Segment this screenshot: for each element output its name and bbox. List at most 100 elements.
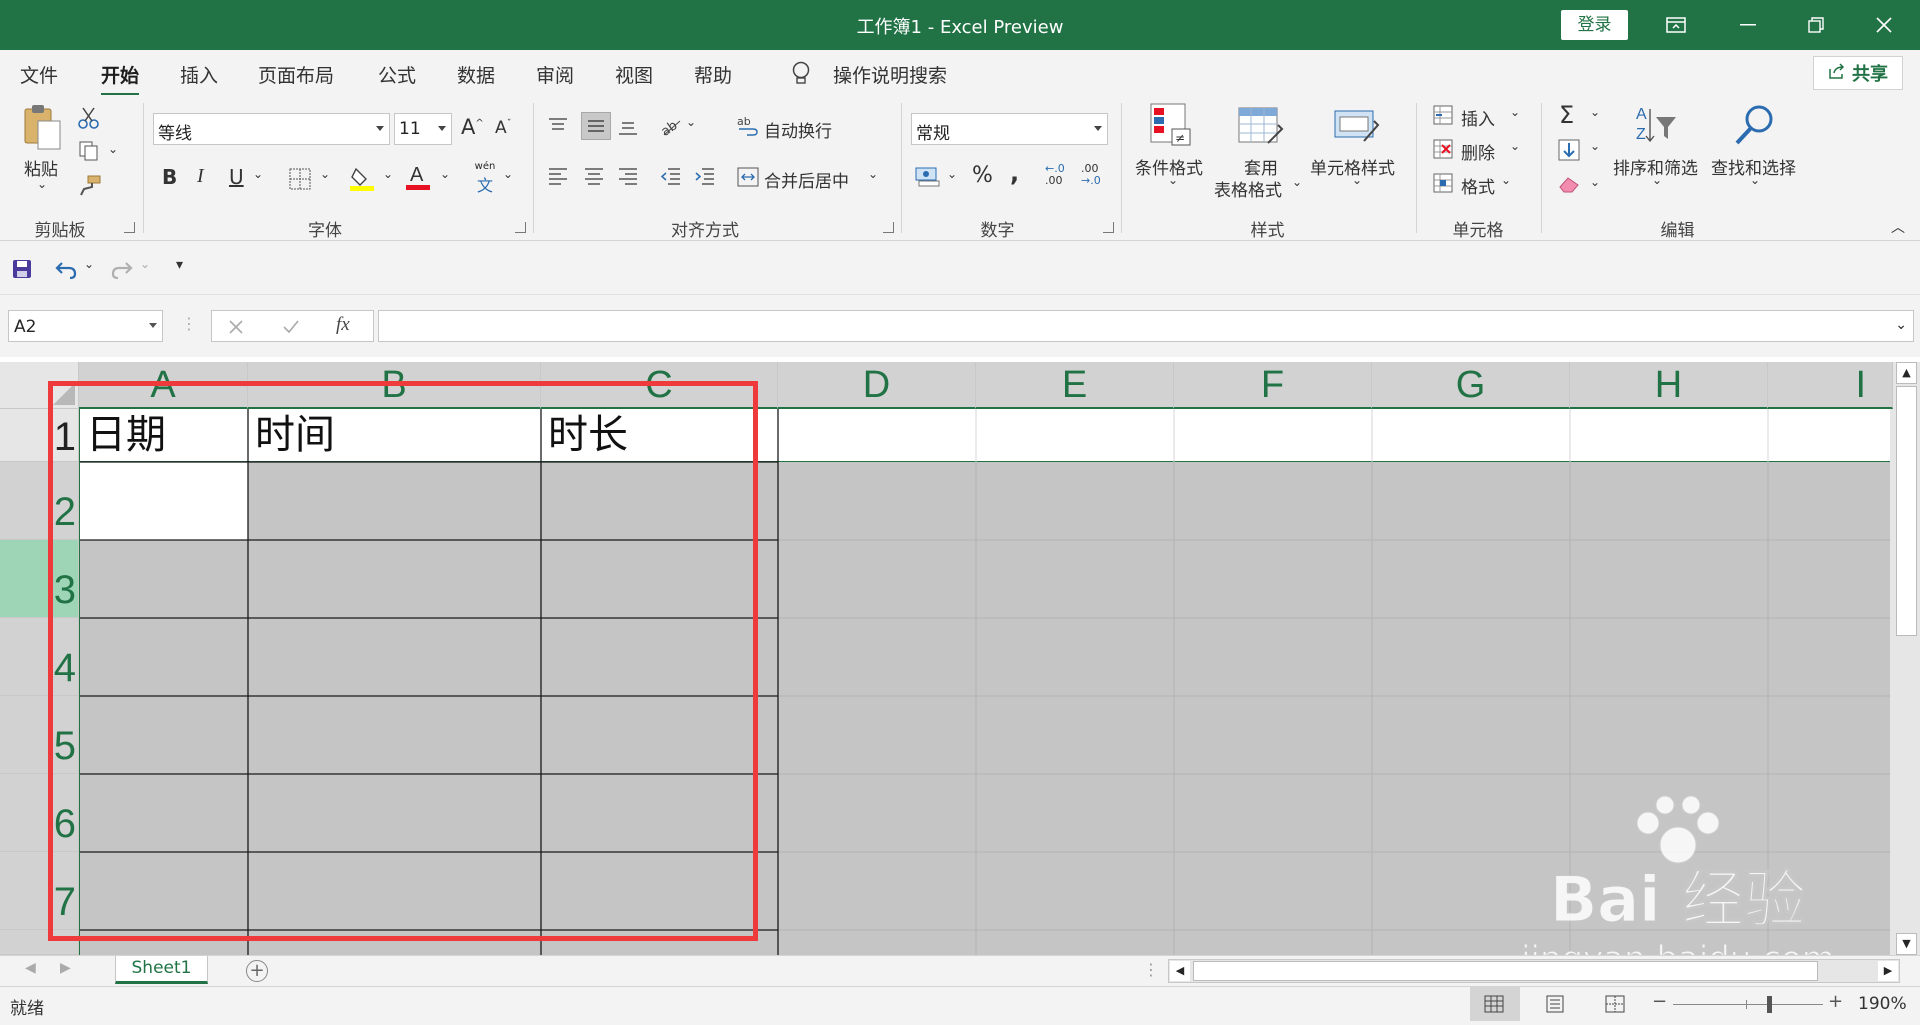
phonetic-dropdown-icon[interactable]: ⌄ [503,167,513,181]
redo-icon[interactable] [110,258,134,284]
italic-button[interactable]: I [197,165,204,188]
align-bottom-icon[interactable] [617,121,639,141]
align-top-icon[interactable] [547,117,569,137]
number-launcher-icon[interactable] [1103,222,1114,233]
underline-dropdown-icon[interactable]: ⌄ [253,167,263,181]
autosum-dropdown-icon[interactable]: ⌄ [1590,105,1600,119]
paste-icon[interactable] [22,103,64,155]
comma-button[interactable]: , [1010,159,1019,187]
format-cells-label[interactable]: 格式 [1461,173,1495,198]
page-break-view-icon[interactable] [1605,995,1625,1017]
sort-dropdown-icon[interactable]: ⌄ [1652,173,1662,187]
sheet-tab-sheet1[interactable]: Sheet1 [115,956,208,984]
format-as-table-label-b[interactable]: 表格格式 [1214,176,1282,201]
paste-dropdown-icon[interactable]: ⌄ [37,177,47,191]
undo-dropdown-icon[interactable]: ⌄ [84,257,94,271]
row-header-4[interactable]: 4 [0,618,79,696]
redo-dropdown-icon[interactable]: ⌄ [140,257,150,271]
wrap-text-icon[interactable]: ab [737,115,759,141]
ribbon-display-icon[interactable] [1640,0,1712,50]
autosum-icon[interactable]: Σ [1559,101,1574,129]
alignment-launcher-icon[interactable] [883,222,894,233]
expand-formula-icon[interactable]: ⌄ [1895,317,1907,333]
tell-me-search[interactable]: 操作说明搜索 [833,61,947,88]
shrink-font-button[interactable]: Aˇ [495,118,512,138]
prev-sheet-icon[interactable]: ◀ [25,960,36,976]
tab-view[interactable]: 视图 [615,61,653,88]
tab-home[interactable]: 开始 [101,61,140,96]
row-header-8[interactable] [0,930,79,955]
zoom-in-icon[interactable]: + [1828,991,1843,1012]
underline-button[interactable]: U [229,165,244,189]
row-header-6[interactable]: 6 [0,774,79,852]
accounting-dropdown-icon[interactable]: ⌄ [947,167,957,181]
clipboard-launcher-icon[interactable] [124,222,135,233]
bold-button[interactable]: B [162,165,177,189]
worksheet-grid[interactable]: A B C D E F G H I 1 2 3 4 5 6 7 日期 时间 时长… [0,357,1920,955]
insert-function-icon[interactable]: fx [336,314,350,336]
merge-dropdown-icon[interactable]: ⌄ [868,167,878,181]
font-size-select[interactable]: 11 [394,113,452,145]
scroll-up-icon[interactable]: ▲ [1896,362,1917,384]
format-dropdown-icon[interactable]: ⌄ [1501,173,1511,187]
cancel-icon[interactable] [228,319,244,335]
zoom-slider-thumb[interactable] [1767,996,1772,1013]
cell-styles-icon[interactable] [1334,107,1380,151]
insert-cells-label[interactable]: 插入 [1461,105,1495,130]
close-icon[interactable] [1848,0,1920,50]
next-sheet-icon[interactable]: ▶ [60,960,71,976]
tab-help[interactable]: 帮助 [694,61,732,88]
phonetic-icon[interactable]: wén 文 [470,161,500,196]
delete-dropdown-icon[interactable]: ⌄ [1510,139,1520,153]
format-cells-icon[interactable] [1433,173,1455,197]
new-sheet-icon[interactable]: + [246,960,268,982]
zoom-level[interactable]: 190% [1858,994,1907,1014]
accounting-format-icon[interactable] [915,165,941,191]
customize-qat-icon[interactable]: ▾ [176,257,183,273]
font-name-select[interactable]: 等线 [153,113,390,145]
row-header-1[interactable]: 1 [0,409,79,462]
row-header-7[interactable]: 7 [0,852,79,930]
tab-review[interactable]: 审阅 [536,61,574,88]
fill-dropdown-icon[interactable]: ⌄ [1590,139,1600,153]
insert-cells-icon[interactable] [1433,105,1455,129]
format-painter-icon[interactable] [78,175,102,201]
scroll-thumb[interactable] [1896,386,1917,636]
increase-decimal-icon[interactable]: ←.0.00 [1045,163,1065,187]
page-layout-view-icon[interactable] [1545,995,1565,1017]
borders-dropdown-icon[interactable]: ⌄ [320,167,330,181]
zoom-slider[interactable] [1673,1004,1823,1005]
share-button[interactable]: 共享 [1813,56,1903,90]
sort-filter-icon[interactable]: AZ [1634,103,1678,151]
copy-dropdown-icon[interactable]: ⌄ [108,142,118,156]
scroll-right-icon[interactable]: ▶ [1878,961,1898,981]
fill-color-icon[interactable] [350,165,376,195]
orientation-icon[interactable]: ab [659,115,682,141]
login-button[interactable]: 登录 [1561,10,1628,40]
format-table-dropdown-icon[interactable]: ⌄ [1292,175,1302,189]
wrap-text-label[interactable]: 自动换行 [764,117,832,142]
align-right-icon[interactable] [617,167,639,191]
delete-cells-icon[interactable] [1433,139,1455,163]
percent-button[interactable]: % [972,163,993,188]
normal-view-icon[interactable] [1470,987,1520,1021]
insert-dropdown-icon[interactable]: ⌄ [1510,105,1520,119]
save-icon[interactable] [12,259,32,283]
tab-split-grip-icon[interactable]: ⋮ [1143,960,1159,979]
format-as-table-icon[interactable] [1238,107,1284,151]
tab-data[interactable]: 数据 [457,61,495,88]
align-center-icon[interactable] [583,167,605,191]
clear-icon[interactable] [1558,175,1582,197]
find-dropdown-icon[interactable]: ⌄ [1750,173,1760,187]
borders-icon[interactable] [289,168,311,194]
align-middle-icon[interactable] [581,112,611,140]
cell-a1[interactable]: 日期 [79,409,248,462]
formula-input[interactable]: ⌄ [378,310,1914,342]
conditional-dropdown-icon[interactable]: ⌄ [1168,173,1178,187]
decrease-decimal-icon[interactable]: .00 →.0 [1081,163,1101,187]
undo-icon[interactable] [54,258,78,284]
fill-icon[interactable] [1558,139,1580,165]
increase-indent-icon[interactable] [694,167,716,191]
row-header-5[interactable]: 5 [0,696,79,774]
tab-formulas[interactable]: 公式 [378,61,416,88]
